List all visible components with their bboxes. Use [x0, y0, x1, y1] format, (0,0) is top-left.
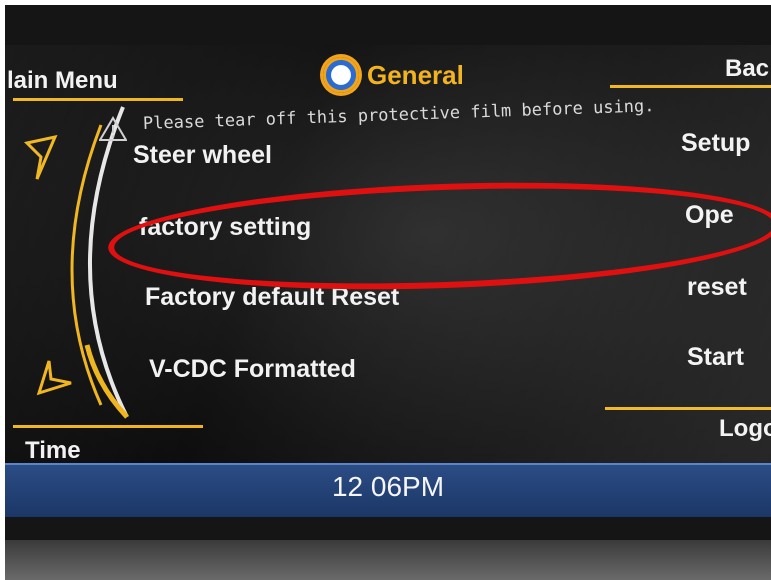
- main-menu-button[interactable]: lain Menu: [7, 67, 118, 95]
- row-vcdc-formatted-start-button[interactable]: Start: [687, 343, 744, 372]
- back-button[interactable]: Bac: [725, 55, 769, 83]
- arrow-down-left-icon[interactable]: [35, 357, 75, 397]
- back-underline: [610, 85, 771, 88]
- logo-underline: [605, 407, 771, 410]
- warning-icon: [99, 116, 127, 141]
- time-underline: [13, 425, 203, 428]
- row-vcdc-formatted-label[interactable]: V-CDC Formatted: [149, 355, 356, 384]
- bezel-bottom: [5, 540, 771, 580]
- row-steer-wheel-label[interactable]: Steer wheel: [133, 141, 272, 170]
- page-title: General: [367, 59, 464, 90]
- clock-bar: 12 06PM: [5, 463, 771, 517]
- time-button[interactable]: Time: [25, 437, 81, 465]
- clock-text: 12 06PM: [331, 471, 445, 502]
- arrow-up-left-icon[interactable]: [23, 135, 59, 185]
- gear-icon: [323, 57, 359, 93]
- logo-button[interactable]: Logo: [719, 415, 771, 443]
- row-steer-wheel-setup-button[interactable]: Setup: [681, 129, 750, 158]
- title-bar: General: [323, 55, 464, 95]
- row-factory-default-reset-button[interactable]: reset: [687, 273, 747, 302]
- main-menu-underline: [13, 98, 183, 101]
